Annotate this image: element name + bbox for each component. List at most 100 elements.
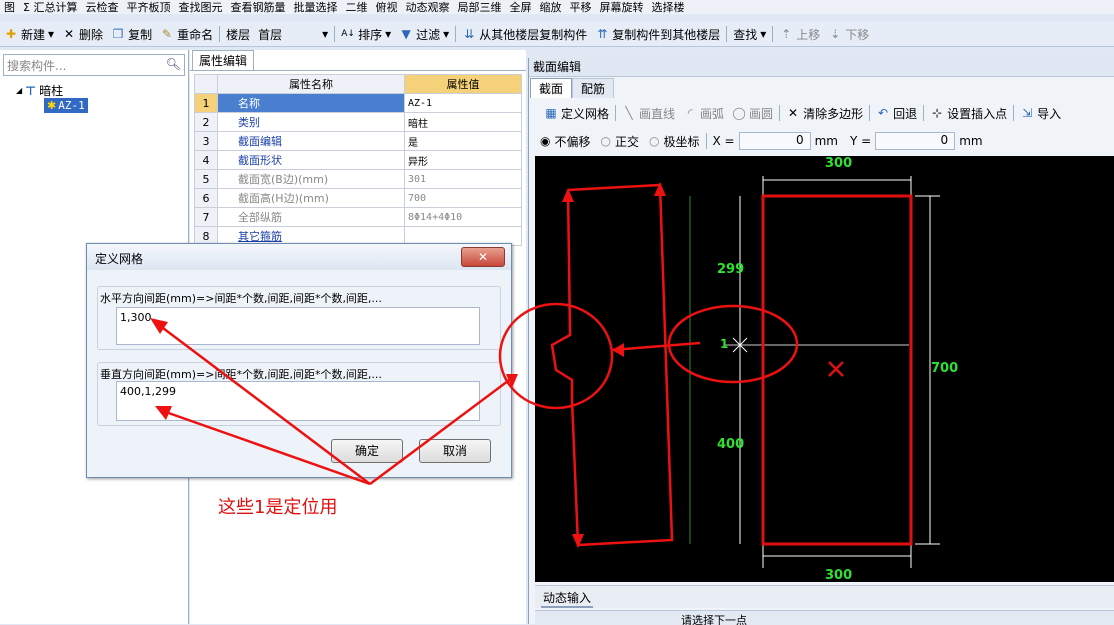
tab-property-edit[interactable]: 属性编辑 (192, 50, 255, 71)
top-toolbar-item[interactable]: 平移 (565, 0, 595, 14)
property-value[interactable]: 700 (404, 188, 522, 208)
top-toolbar-item[interactable]: 选择楼 (647, 0, 688, 14)
clear-polygon-button[interactable]: ✕ 清除多边形 (782, 103, 867, 123)
component-icon: ✱ (47, 99, 57, 112)
draw-arc-button[interactable]: ◜ 画弧 (679, 103, 728, 123)
top-toolbar-item[interactable]: 俯视 (371, 0, 401, 14)
property-value[interactable]: 8Φ14+4Φ10 (404, 207, 522, 227)
arc-icon: ◜ (687, 106, 693, 120)
line-icon: ╲ (625, 106, 633, 120)
top-toolbar-item[interactable]: 平齐板顶 (122, 0, 174, 14)
top-toolbar-item[interactable]: 二维 (341, 0, 371, 14)
radio-ortho[interactable]: ○ (601, 134, 611, 148)
x-coordinate-input[interactable]: 0 (738, 132, 811, 150)
header-property-name: 属性名称 (217, 74, 405, 94)
tab-dynamic-input[interactable]: 动态输入 (541, 589, 594, 608)
annotation-label: 这些1是定位用 (218, 497, 338, 518)
drawing-canvas[interactable]: 300 300 700 299 1 400 (535, 156, 1114, 583)
property-table: 属性名称 属性值 1 名称 AZ-1 2 类别 暗柱 3 截面编辑是 4 截面形状 异形 5 截面宽(B… (194, 74, 522, 246)
define-grid-button[interactable]: ▦ 定义网格 (540, 103, 613, 123)
tree-child-item[interactable]: ✱ AZ-1 (44, 98, 88, 113)
import-button[interactable]: ⇲ 导入 (1016, 103, 1065, 123)
divider (455, 26, 457, 42)
property-row[interactable]: 7 全部纵筋 8Φ14+4Φ10 (194, 207, 522, 227)
collapse-icon[interactable]: ◢ (16, 86, 22, 95)
property-row[interactable]: 1 名称 AZ-1 (194, 93, 522, 113)
search-icon[interactable]: 🔍︎ (166, 57, 181, 71)
radio-no-offset[interactable]: ◉ (540, 134, 550, 148)
top-toolbar-item[interactable]: 查找图元 (174, 0, 226, 14)
draw-circle-button[interactable]: ◯ 画圆 (728, 103, 777, 123)
property-name: 截面编辑 (217, 131, 405, 151)
top-toolbar-item[interactable]: 屏幕旋转 (595, 0, 647, 14)
find-button[interactable]: 查找 ▾ (729, 24, 770, 44)
property-row[interactable]: 2 类别 暗柱 (194, 112, 522, 132)
header-property-value: 属性值 (404, 74, 522, 94)
filter-button[interactable]: ▼ 过滤 ▾ (395, 24, 453, 44)
top-toolbar-item[interactable]: 批量选择 (289, 0, 341, 14)
property-name: 截面高(H边)(mm) (217, 188, 405, 208)
horizontal-spacing-input[interactable]: 1,300 (116, 307, 480, 345)
undo-button[interactable]: ↶ 回退 (872, 103, 921, 123)
tree-root-item[interactable]: ◢ ⊤ 暗柱 (16, 82, 63, 99)
dim-label-right: 700 (931, 361, 959, 376)
import-icon: ⇲ (1022, 106, 1033, 120)
top-toolbar-item[interactable]: Σ 汇总计算 (19, 0, 81, 14)
close-icon[interactable]: ✕ (461, 247, 505, 267)
divider (219, 26, 221, 42)
move-down-button[interactable]: ⇣ 下移 (824, 24, 873, 44)
copy-icon: ❐ (112, 27, 124, 41)
top-toolbar-item[interactable]: 局部三维 (453, 0, 505, 14)
row-number: 3 (194, 131, 218, 151)
dialog-titlebar: 定义网格 ✕ (87, 244, 511, 270)
delete-button[interactable]: ✕ 删除 (58, 24, 107, 44)
rename-button[interactable]: ✎ 重命名 (156, 24, 217, 44)
move-up-button[interactable]: ⇡ 上移 (775, 24, 824, 44)
status-bar: 请选择下一点 (535, 610, 1114, 625)
property-name: 截面形状 (217, 150, 405, 170)
property-row[interactable]: 3 截面编辑是 (194, 131, 522, 151)
sort-button[interactable]: A↓ 排序 ▾ (337, 24, 395, 44)
property-value[interactable]: 暗柱 (404, 112, 522, 132)
cancel-button[interactable]: 取消 (419, 439, 491, 463)
top-toolbar-item[interactable]: 动态观察 (401, 0, 453, 14)
top-toolbar-item[interactable]: 查看钢筋量 (226, 0, 289, 14)
divider (772, 26, 774, 42)
filter-icon: ▼ (401, 27, 411, 41)
top-toolbar-item[interactable]: 缩放 (535, 0, 565, 14)
circle-icon: ◯ (732, 106, 746, 120)
property-value[interactable]: 是 (404, 131, 522, 151)
rename-icon: ✎ (162, 27, 173, 41)
new-button[interactable]: ✚ 新建 ▾ (0, 24, 58, 44)
top-toolbar-item[interactable]: 云检查 (81, 0, 122, 14)
top-toolbar-item[interactable]: 全屏 (505, 0, 535, 14)
tab-rebar[interactable]: 配筋 (572, 78, 615, 98)
property-row[interactable]: 4 截面形状 异形 (194, 150, 522, 170)
property-value[interactable]: 异形 (404, 150, 522, 170)
floor-select[interactable]: 首层 ▾ (254, 24, 332, 44)
tab-section[interactable]: 截面 (530, 78, 573, 98)
radio-polar[interactable]: ○ (649, 134, 659, 148)
y-coordinate-input[interactable]: 0 (875, 132, 956, 150)
copy-to-floor-button[interactable]: ⇈ 复制构件到其他楼层 (591, 24, 724, 44)
property-row[interactable]: 6 截面高(H边)(mm) 700 (194, 188, 522, 208)
close-icon: ✕ (788, 106, 799, 120)
vertical-spacing-input[interactable]: 400,1,299 (116, 381, 480, 421)
property-row[interactable]: 5 截面宽(B边)(mm) 301 (194, 169, 522, 189)
dialog-title: 定义网格 (95, 252, 144, 266)
property-name: 截面宽(B边)(mm) (217, 169, 405, 189)
insert-point-icon: ⊹ (932, 106, 943, 120)
column-type-icon: ⊤ (25, 83, 37, 98)
dim-label-400: 400 (717, 437, 745, 452)
ok-button[interactable]: 确定 (331, 439, 403, 463)
property-value[interactable]: AZ-1 (404, 93, 522, 113)
arrow-up-icon: ⇡ (781, 27, 792, 41)
search-input[interactable]: 搜索构件... 🔍︎ (3, 54, 185, 76)
top-toolbar-item[interactable]: 图 (0, 0, 19, 14)
property-value[interactable]: 301 (404, 169, 522, 189)
property-name: 名称 (217, 93, 405, 113)
set-insert-point-button[interactable]: ⊹ 设置插入点 (926, 103, 1011, 123)
copy-button[interactable]: ❐ 复制 (107, 24, 156, 44)
copy-from-floor-button[interactable]: ⇊ 从其他楼层复制构件 (458, 24, 591, 44)
draw-line-button[interactable]: ╲ 画直线 (618, 103, 679, 123)
